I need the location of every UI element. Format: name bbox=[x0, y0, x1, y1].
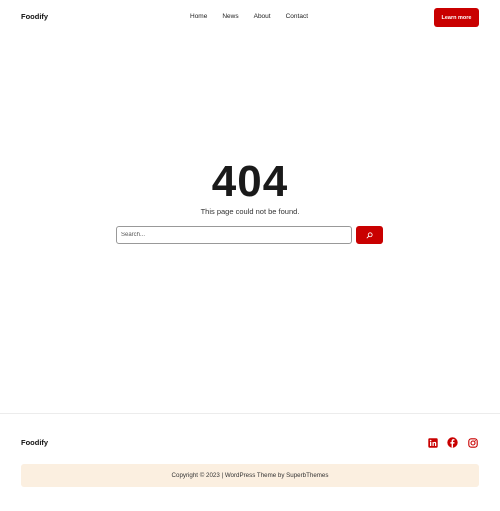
nav-item-contact[interactable]: Contact bbox=[286, 13, 308, 20]
error-code: 404 bbox=[211, 157, 289, 206]
copyright-text: Copyright © 2023 | WordPress Theme by Su… bbox=[171, 472, 329, 479]
site-header: Foodify Home News About Contact Learn mo… bbox=[0, 0, 500, 34]
copyright-bar: Copyright © 2023 | WordPress Theme by Su… bbox=[21, 464, 479, 487]
footer-logo[interactable]: Foodify bbox=[21, 438, 48, 447]
search-input[interactable] bbox=[116, 226, 352, 244]
search-button[interactable] bbox=[356, 226, 383, 244]
nav-item-home[interactable]: Home bbox=[190, 13, 207, 20]
instagram-icon[interactable] bbox=[467, 437, 478, 448]
linkedin-icon[interactable] bbox=[427, 437, 438, 448]
error-message: This page could not be found. bbox=[200, 207, 300, 216]
search-icon bbox=[366, 231, 373, 239]
site-logo[interactable]: Foodify bbox=[21, 12, 48, 21]
learn-more-button[interactable]: Learn more bbox=[434, 8, 479, 27]
nav-item-news[interactable]: News bbox=[222, 13, 238, 20]
footer-divider bbox=[0, 413, 500, 414]
main-navigation: Home News About Contact bbox=[190, 13, 308, 20]
facebook-icon[interactable] bbox=[447, 437, 458, 448]
nav-item-about[interactable]: About bbox=[254, 13, 271, 20]
